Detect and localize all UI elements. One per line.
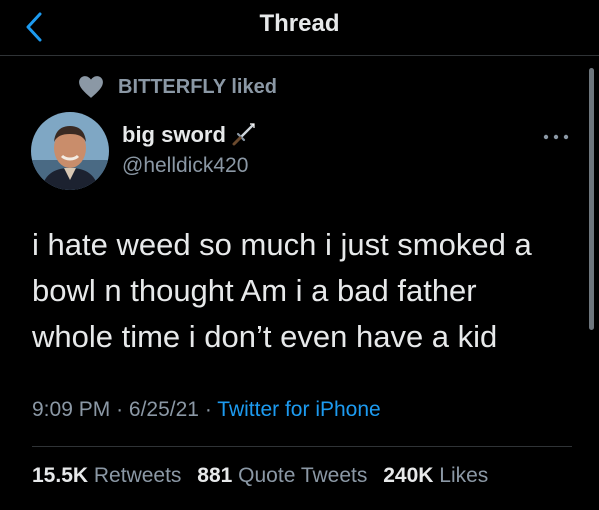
divider — [32, 446, 572, 447]
tweet-stats: 15.5K Retweets 881 Quote Tweets 240K Lik… — [32, 464, 488, 488]
meta-separator: · — [204, 398, 212, 421]
page-title: Thread — [259, 10, 340, 37]
tweet-time: 9:09 PM — [32, 398, 111, 421]
tweet-meta: 9:09 PM · 6/25/21 · Twitter for iPhone — [32, 398, 381, 422]
tweet-line: i hate weed so much i just smoked a — [32, 227, 532, 262]
tweet-text: i hate weed so much i just smoked a bowl… — [32, 222, 572, 360]
more-icon[interactable] — [540, 130, 572, 144]
author-name-row[interactable]: big sword — [122, 122, 256, 148]
meta-separator: · — [116, 398, 124, 421]
sword-icon — [232, 123, 255, 146]
likes-stat[interactable]: 240K Likes — [383, 464, 488, 487]
retweets-label: Retweets — [93, 464, 182, 487]
social-context[interactable]: BITTERFLY liked — [78, 72, 277, 102]
tweet-date: 6/25/21 — [128, 398, 199, 421]
author-name[interactable]: big sword — [122, 122, 226, 148]
likes-count: 240K — [383, 464, 434, 487]
likes-label: Likes — [439, 464, 489, 487]
tweet-line: bowl n thought Am i a bad father — [32, 273, 477, 308]
heart-icon — [79, 76, 103, 98]
tweet-source-link[interactable]: Twitter for iPhone — [217, 398, 380, 421]
tweet-line: whole time i don’t even have a kid — [32, 319, 498, 354]
quotes-label: Quote Tweets — [238, 464, 368, 487]
scrollbar[interactable] — [589, 68, 594, 330]
retweets-count: 15.5K — [32, 464, 89, 487]
social-context-label: BITTERFLY liked — [118, 75, 277, 98]
quotes-count: 881 — [197, 464, 233, 487]
avatar[interactable] — [31, 112, 109, 190]
author-handle[interactable]: @helldick420 — [122, 154, 248, 178]
quote-tweets-stat[interactable]: 881 Quote Tweets — [197, 464, 367, 487]
top-bar: Thread — [0, 0, 599, 56]
retweets-stat[interactable]: 15.5K Retweets — [32, 464, 181, 487]
